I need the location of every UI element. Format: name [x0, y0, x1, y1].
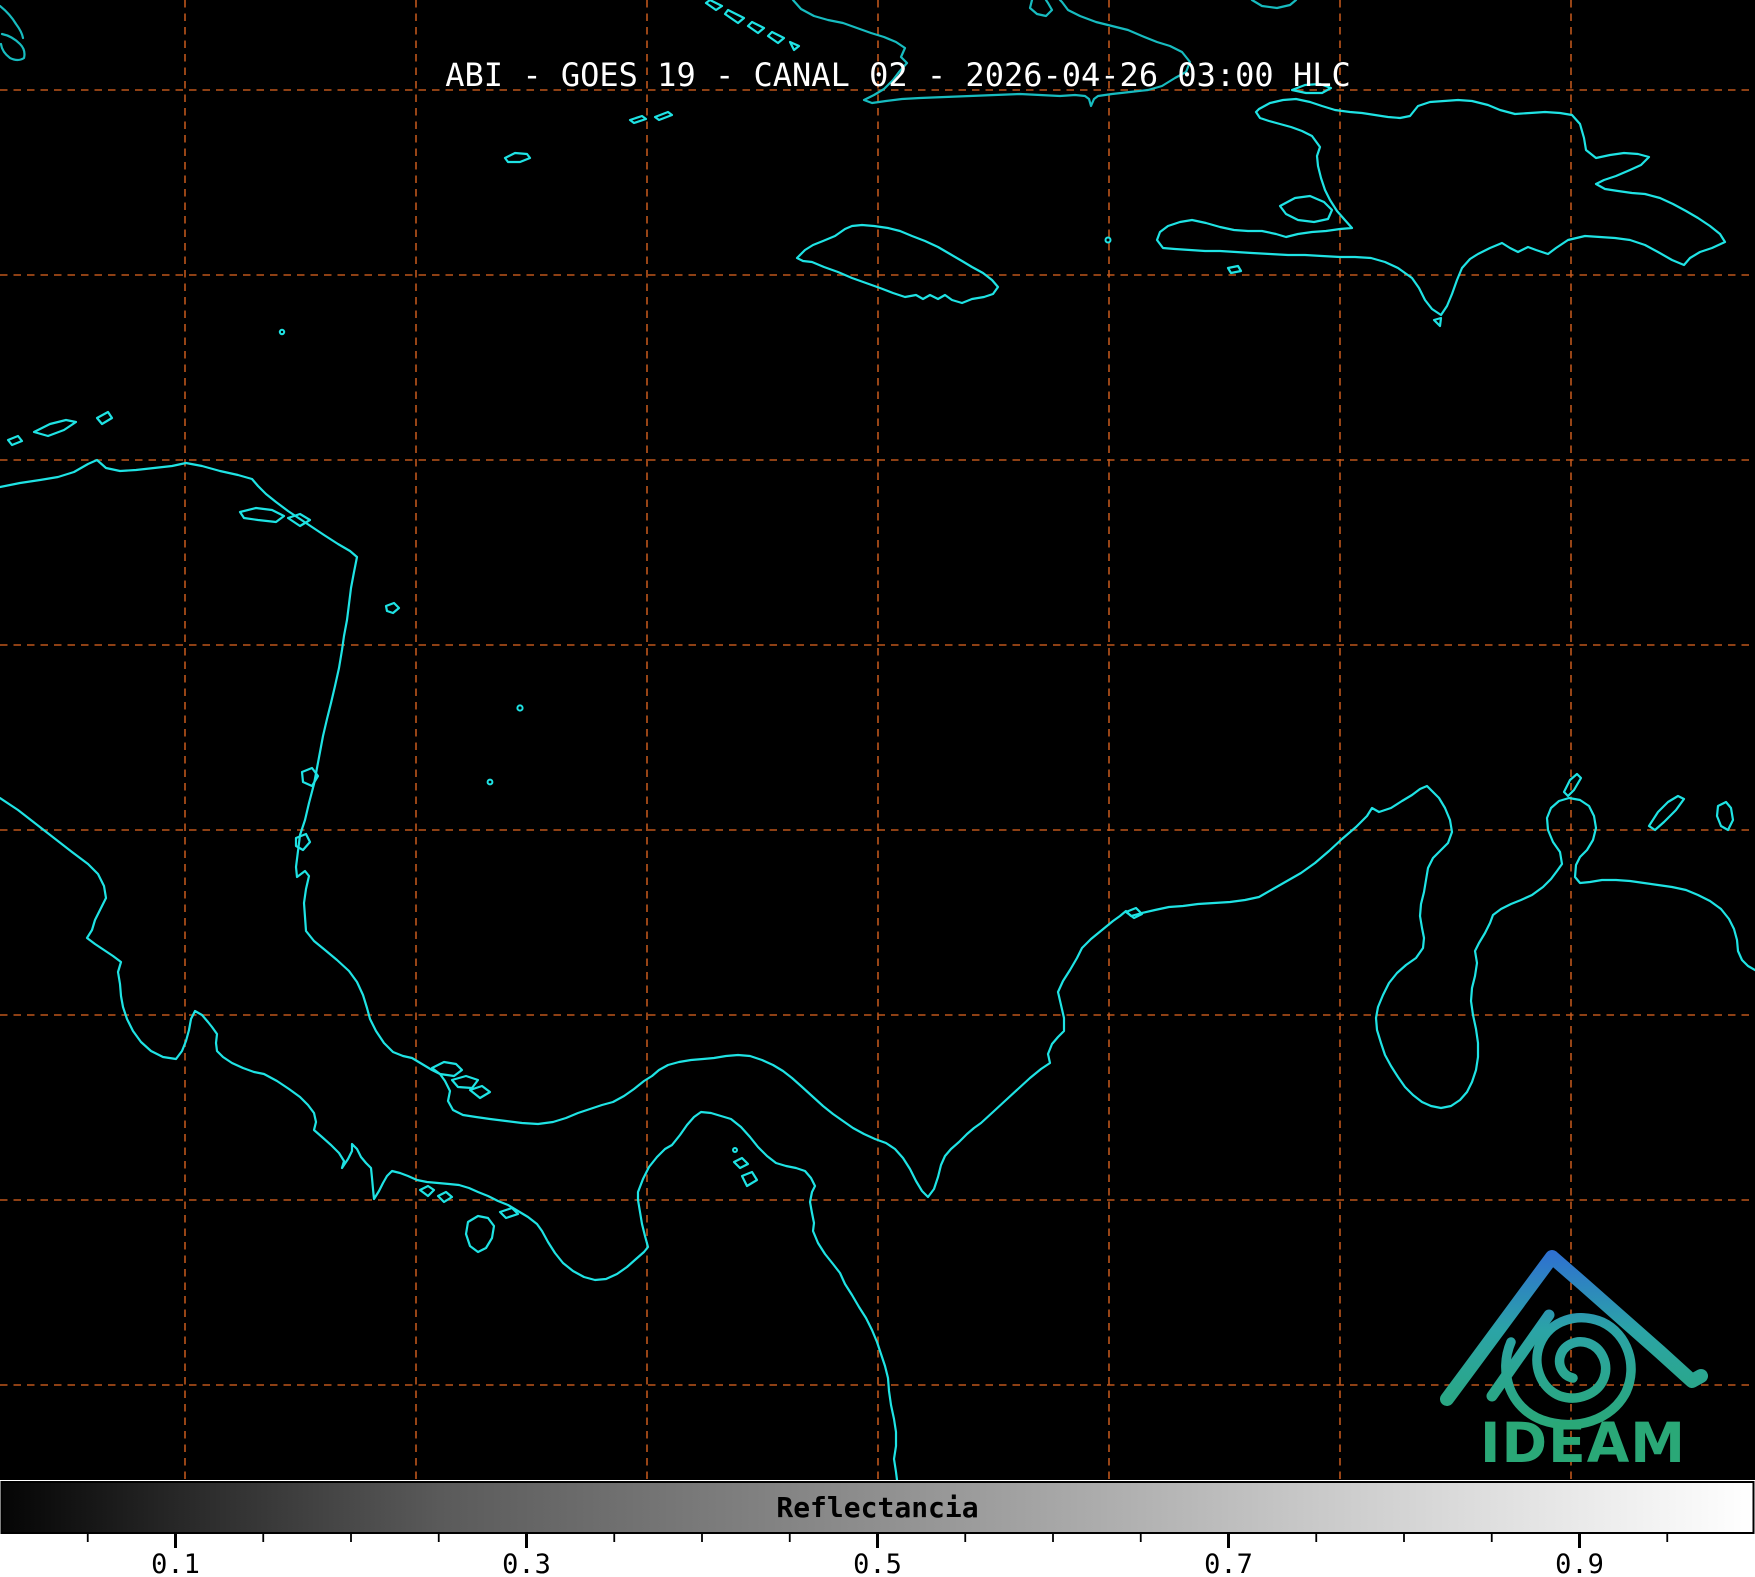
logo-wordmark: IDEAM	[1480, 1411, 1686, 1475]
colorbar-tick-labels: 0.1 0.3 0.5 0.7 0.9	[151, 1549, 1604, 1577]
colorbar-tick-label: 0.3	[502, 1549, 551, 1577]
colorbar-ticks	[86, 1533, 1669, 1548]
colorbar-tick-label: 0.1	[151, 1549, 200, 1577]
colorbar-strip: Reflectancia 0.1 0.3 0.5 0.7 0.9	[0, 1480, 1755, 1577]
satellite-image-viewer: IDEAM ABI - GOES 19 - CANAL 02 - 2026-04…	[0, 0, 1755, 1577]
image-title: ABI - GOES 19 - CANAL 02 - 2026-04-26 03…	[445, 56, 1351, 94]
colorbar: Reflectancia 0.1 0.3 0.5 0.7 0.9	[0, 1481, 1755, 1577]
colorbar-tick-label: 0.7	[1204, 1549, 1253, 1577]
colorbar-tick-label: 0.5	[853, 1549, 902, 1577]
colorbar-tick-label: 0.9	[1555, 1549, 1604, 1577]
satellite-map: IDEAM	[0, 0, 1755, 1480]
colorbar-title: Reflectancia	[776, 1491, 978, 1524]
